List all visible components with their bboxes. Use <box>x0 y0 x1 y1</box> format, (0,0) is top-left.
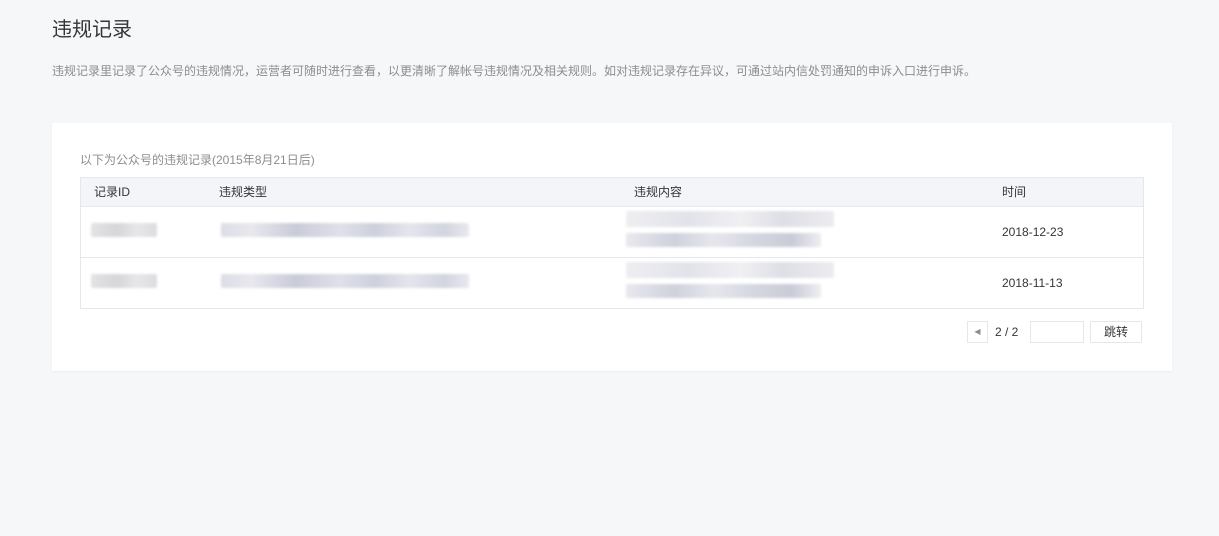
table-header: 记录ID 违规类型 违规内容 时间 <box>81 178 1143 206</box>
table-row: 2018-12-23 <box>81 206 1143 257</box>
record-time: 2018-11-13 <box>1002 276 1063 290</box>
column-header-type: 违规类型 <box>219 185 268 199</box>
page-indicator: 2 / 2 <box>995 325 1019 339</box>
page-number-input[interactable] <box>1030 321 1084 343</box>
record-time: 2018-12-23 <box>1002 225 1064 239</box>
table-caption: 以下为公众号的违规记录(2015年8月21日后) <box>80 153 315 167</box>
redacted-violation-type <box>221 274 469 288</box>
column-header-content: 违规内容 <box>634 185 683 199</box>
page-description: 违规记录里记录了公众号的违规情况，运营者可随时进行查看，以更清晰了解帐号违规情况… <box>52 64 977 78</box>
redacted-violation-content <box>626 211 834 227</box>
page-title: 违规记录 <box>52 19 132 41</box>
records-table: 记录ID 违规类型 违规内容 时间 2018-12-23 2018-11-13 <box>80 177 1144 309</box>
table-row: 2018-11-13 <box>81 257 1143 308</box>
column-header-id: 记录ID <box>94 185 131 199</box>
redacted-record-id <box>91 274 157 288</box>
redacted-record-id <box>91 223 157 237</box>
redacted-violation-content <box>626 284 821 298</box>
redacted-violation-type <box>221 223 469 237</box>
triangle-left-icon: ◀ <box>974 327 981 336</box>
previous-page-button[interactable]: ◀ <box>967 321 988 343</box>
redacted-violation-content <box>626 233 821 247</box>
redacted-violation-content <box>626 262 834 278</box>
go-to-page-button[interactable]: 跳转 <box>1090 321 1142 343</box>
column-header-time: 时间 <box>1002 185 1027 199</box>
records-card: 以下为公众号的违规记录(2015年8月21日后) 记录ID 违规类型 违规内容 … <box>52 123 1172 371</box>
